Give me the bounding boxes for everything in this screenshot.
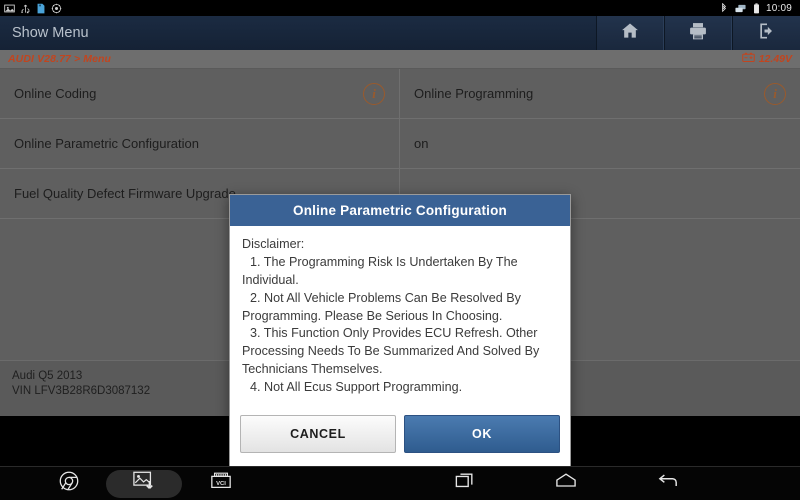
dialog-line: 2. Not All Vehicle Problems Can Be Resol… <box>242 290 521 323</box>
android-status-bar: 10:09 <box>0 0 800 16</box>
back-arrow-icon <box>656 471 680 496</box>
vci-icon: VCI <box>208 470 234 497</box>
ok-button[interactable]: OK <box>404 414 560 453</box>
home-button[interactable] <box>596 16 664 50</box>
back-button[interactable] <box>656 471 680 496</box>
chrome-icon <box>58 470 80 497</box>
modal-scrim: Online Parametric Configuration Disclaim… <box>0 69 800 468</box>
browser-button[interactable] <box>58 470 80 497</box>
bluetooth-icon <box>720 2 728 14</box>
settings-icon <box>51 3 62 14</box>
printer-icon <box>688 21 708 46</box>
breadcrumb-bar: AUDI V28.77 > Menu 12.49V <box>0 50 800 69</box>
android-nav-bar: VCI <box>0 466 800 500</box>
exit-button[interactable] <box>732 16 800 50</box>
dialog-line: Disclaimer: <box>242 237 305 251</box>
home-outline-icon <box>554 471 578 496</box>
dialog-line: 3. This Function Only Provides ECU Refre… <box>242 326 540 377</box>
dialog-line: 1. The Programming Risk Is Undertaken By… <box>242 254 518 287</box>
page-title: Show Menu <box>12 25 89 41</box>
usb-icon <box>20 3 31 14</box>
breadcrumb: AUDI V28.77 > Menu <box>8 53 112 65</box>
recents-icon <box>454 471 476 496</box>
sdcard-icon <box>36 3 46 14</box>
voltage-value: 12.49V <box>758 53 792 65</box>
vci-button[interactable]: VCI <box>208 470 234 497</box>
exit-icon <box>757 21 777 46</box>
dialog-line: 4. Not All Ecus Support Programming. <box>250 380 463 394</box>
disclaimer-dialog: Online Parametric Configuration Disclaim… <box>229 194 571 468</box>
diagnostic-app-screen: 10:09 Show Menu AUDI V28.77 > Menu 12.49… <box>0 0 800 500</box>
status-time: 10:09 <box>765 2 792 14</box>
app-header: Show Menu <box>0 16 800 50</box>
screenshot-button[interactable] <box>106 469 182 498</box>
network-icon <box>734 3 747 14</box>
dialog-title: Online Parametric Configuration <box>230 195 570 226</box>
dialog-body: Disclaimer: 1. The Programming Risk Is U… <box>230 226 570 409</box>
menu-content: Online Coding i Online Programming i Onl… <box>0 69 800 468</box>
home-nav-button[interactable] <box>554 471 578 496</box>
screenshot-icon <box>4 3 15 14</box>
dialog-actions: CANCEL OK <box>230 409 570 467</box>
battery-voltage-icon <box>741 50 755 68</box>
voltage-indicator: 12.49V <box>741 50 792 68</box>
header-actions <box>596 16 800 50</box>
home-icon <box>620 21 640 46</box>
recents-button[interactable] <box>454 471 476 496</box>
image-download-icon <box>132 470 156 497</box>
print-button[interactable] <box>664 16 732 50</box>
svg-text:VCI: VCI <box>216 481 226 487</box>
battery-icon <box>753 2 760 14</box>
cancel-button[interactable]: CANCEL <box>240 414 396 453</box>
